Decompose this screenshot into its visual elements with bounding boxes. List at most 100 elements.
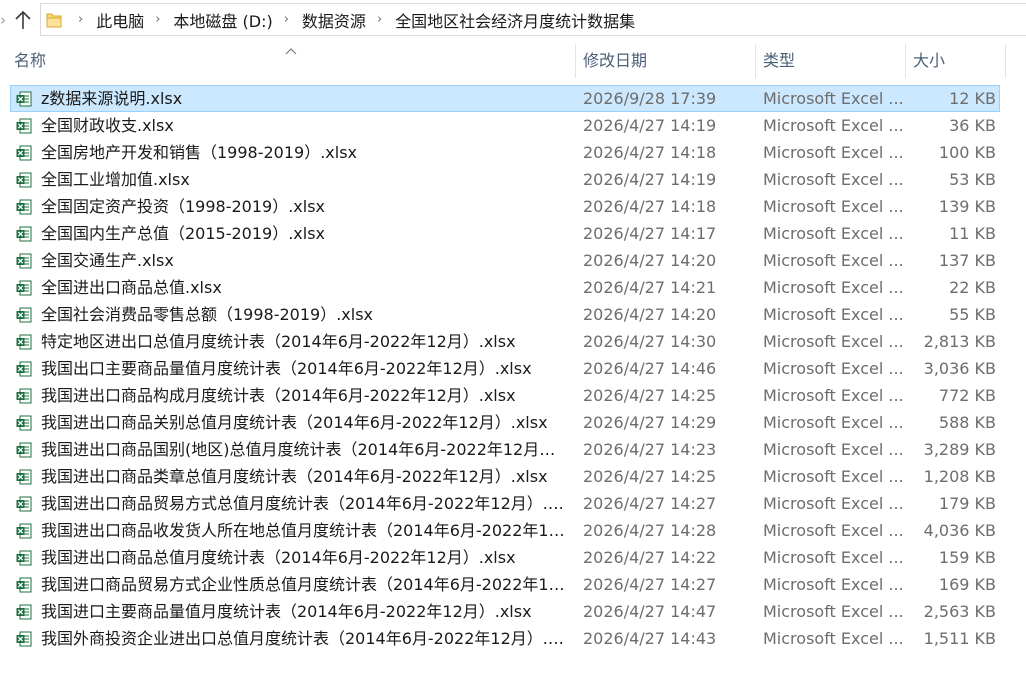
file-modified-date: 2026/9/28 17:39 [583,89,717,108]
file-row[interactable]: 全国财政收支.xlsx 2026/4/27 14:19 Microsoft Exce… [10,112,1000,139]
file-row[interactable]: 我国进出口商品贸易方式总值月度统计表（2014年6月-2022年12月）.xls… [10,490,1000,517]
file-row[interactable]: 我国外商投资企业进出口总值月度统计表（2014年6月-2022年12月）.xls… [10,625,1000,652]
file-row[interactable]: 全国国内生产总值（2015-2019）.xlsx 2026/4/27 14:17 M… [10,220,1000,247]
file-modified-date: 2026/4/27 14:27 [583,575,717,594]
file-name: 特定地区进出口总值月度统计表（2014年6月-2022年12月）.xlsx [41,332,516,351]
file-name: 我国进出口商品关别总值月度统计表（2014年6月-2022年12月）.xlsx [41,413,548,432]
excel-file-icon [16,91,32,107]
breadcrumb-current-folder[interactable]: 全国地区社会经济月度统计数据集 [395,8,635,32]
excel-file-icon [16,307,32,323]
file-size: 53 KB [949,170,996,189]
file-size: 588 KB [938,413,996,432]
file-size: 137 KB [938,251,996,270]
file-type: Microsoft Excel ... [763,251,903,270]
file-modified-date: 2026/4/27 14:46 [583,359,717,378]
file-size: 4,036 KB [923,521,996,540]
file-size: 55 KB [949,305,996,324]
file-type: Microsoft Excel ... [763,143,903,162]
column-header-type[interactable]: 类型 [763,44,795,78]
excel-file-icon [16,361,32,377]
column-header-row: 名称 修改日期 类型 大小 [0,44,1026,78]
excel-file-icon [16,118,32,134]
column-divider[interactable] [575,44,576,78]
file-size: 772 KB [938,386,996,405]
chevron-right-icon[interactable]: › [144,12,173,27]
file-row[interactable]: 我国出口主要商品量值月度统计表（2014年6月-2022年12月）.xlsx 20… [10,355,1000,382]
file-row[interactable]: 特定地区进出口总值月度统计表（2014年6月-2022年12月）.xlsx 202… [10,328,1000,355]
excel-file-icon [16,523,32,539]
file-row[interactable]: 我国进口商品贸易方式企业性质总值月度统计表（2014年6月-2022年12...… [10,571,1000,598]
breadcrumb-this-pc[interactable]: 此电脑 [96,8,144,32]
column-divider[interactable] [1005,44,1006,78]
address-box[interactable]: › 此电脑 › 本地磁盘 (D:) › 数据资源 › 全国地区社会经济月度统计数… [40,3,1026,36]
file-size: 2,813 KB [923,332,996,351]
chevron-right-icon[interactable]: › [366,12,395,27]
file-modified-date: 2026/4/27 14:29 [583,413,717,432]
file-name: 全国交通生产.xlsx [41,251,174,270]
excel-file-icon [16,550,32,566]
file-type: Microsoft Excel ... [763,197,903,216]
file-type: Microsoft Excel ... [763,224,903,243]
file-row[interactable]: 我国进口主要商品量值月度统计表（2014年6月-2022年12月）.xlsx 20… [10,598,1000,625]
file-name: 全国工业增加值.xlsx [41,170,190,189]
file-type: Microsoft Excel ... [763,116,903,135]
file-size: 12 KB [949,89,996,108]
file-type: Microsoft Excel ... [763,575,903,594]
file-size: 11 KB [949,224,996,243]
file-row[interactable]: 全国工业增加值.xlsx 2026/4/27 14:19 Microsoft Exc… [10,166,1000,193]
excel-file-icon [16,469,32,485]
forward-chevron-icon[interactable]: › [0,10,10,30]
file-size: 179 KB [938,494,996,513]
file-name: 全国房地产开发和销售（1998-2019）.xlsx [41,143,358,162]
file-modified-date: 2026/4/27 14:22 [583,548,717,567]
file-modified-date: 2026/4/27 14:27 [583,494,717,513]
file-name: 我国进出口商品收发货人所在地总值月度统计表（2014年6月-2022年12... [41,521,567,540]
column-divider[interactable] [905,44,906,78]
chevron-right-icon[interactable]: › [273,12,302,27]
file-type: Microsoft Excel ... [763,629,903,648]
chevron-right-icon[interactable]: › [67,12,96,27]
file-type: Microsoft Excel ... [763,467,903,486]
file-name: 全国进出口商品总值.xlsx [41,278,222,297]
file-name: 我国进出口商品构成月度统计表（2014年6月-2022年12月）.xlsx [41,386,516,405]
file-name: 我国出口主要商品量值月度统计表（2014年6月-2022年12月）.xlsx [41,359,532,378]
column-header-size[interactable]: 大小 [913,44,945,78]
file-type: Microsoft Excel ... [763,548,903,567]
column-divider[interactable] [755,44,756,78]
up-arrow-icon[interactable] [12,8,34,32]
file-row[interactable]: 全国社会消费品零售总额（1998-2019）.xlsx 2026/4/27 14:… [10,301,1000,328]
file-row[interactable]: 全国房地产开发和销售（1998-2019）.xlsx 2026/4/27 14:1… [10,139,1000,166]
file-row[interactable]: 全国固定资产投资（1998-2019）.xlsx 2026/4/27 14:18 M… [10,193,1000,220]
excel-file-icon [16,577,32,593]
column-header-date[interactable]: 修改日期 [583,44,647,78]
file-name: z数据来源说明.xlsx [41,89,183,108]
column-header-name[interactable]: 名称 [14,44,46,78]
file-row[interactable]: 全国交通生产.xlsx 2026/4/27 14:20 Microsoft Exce… [10,247,1000,274]
file-name: 全国国内生产总值（2015-2019）.xlsx [41,224,326,243]
file-size: 36 KB [949,116,996,135]
file-row[interactable]: 我国进出口商品总值月度统计表（2014年6月-2022年12月）.xlsx 202… [10,544,1000,571]
file-row[interactable]: 我国进出口商品收发货人所在地总值月度统计表（2014年6月-2022年12...… [10,517,1000,544]
file-size: 3,036 KB [923,359,996,378]
file-row[interactable]: 我国进出口商品国别(地区)总值月度统计表（2014年6月-2022年12月）.x… [10,436,1000,463]
file-size: 2,563 KB [923,602,996,621]
excel-file-icon [16,415,32,431]
folder-icon [46,11,62,29]
file-type: Microsoft Excel ... [763,386,903,405]
file-row[interactable]: 我国进出口商品关别总值月度统计表（2014年6月-2022年12月）.xlsx 2… [10,409,1000,436]
file-row[interactable]: z数据来源说明.xlsx 2026/9/28 17:39 Microsoft Exc… [10,85,1000,112]
breadcrumb-data-resources[interactable]: 数据资源 [302,8,366,32]
excel-file-icon [16,145,32,161]
file-modified-date: 2026/4/27 14:19 [583,170,717,189]
file-size: 1,511 KB [923,629,996,648]
breadcrumb-drive-d[interactable]: 本地磁盘 (D:) [173,8,272,32]
file-row[interactable]: 全国进出口商品总值.xlsx 2026/4/27 14:21 Microsoft E… [10,274,1000,301]
excel-file-icon [16,172,32,188]
file-row[interactable]: 我国进出口商品类章总值月度统计表（2014年6月-2022年12月）.xlsx 2… [10,463,1000,490]
file-modified-date: 2026/4/27 14:43 [583,629,717,648]
excel-file-icon [16,604,32,620]
file-row[interactable]: 我国进出口商品构成月度统计表（2014年6月-2022年12月）.xlsx 202… [10,382,1000,409]
file-size: 169 KB [938,575,996,594]
file-modified-date: 2026/4/27 14:17 [583,224,717,243]
file-type: Microsoft Excel ... [763,332,903,351]
